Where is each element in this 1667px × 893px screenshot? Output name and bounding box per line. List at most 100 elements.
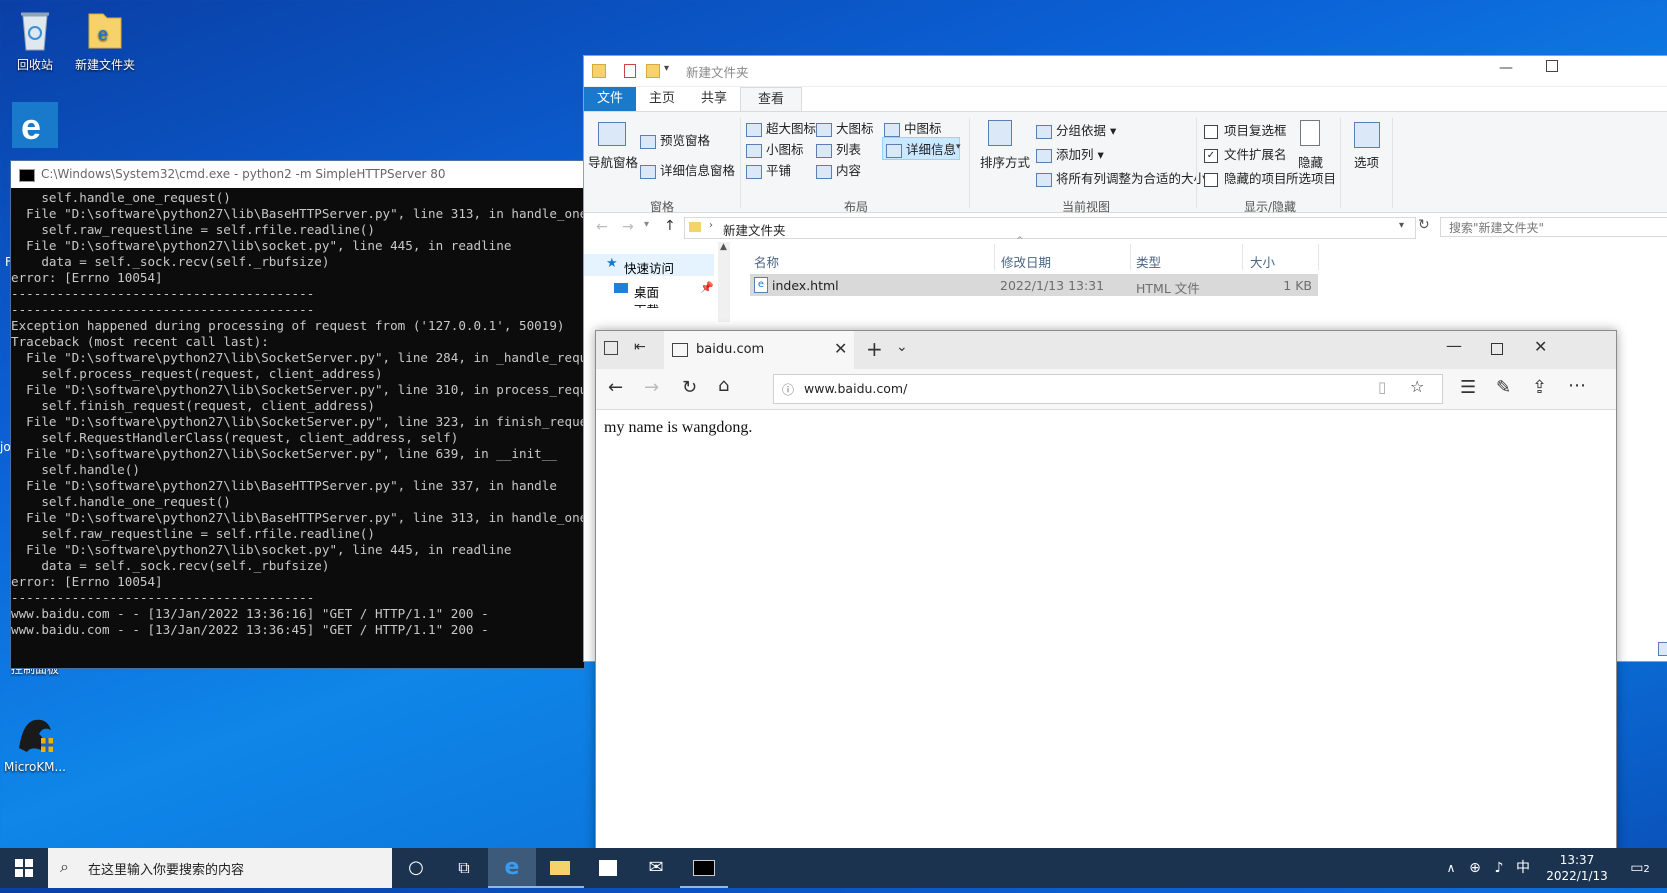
taskbar-mail-icon[interactable]: ✉ bbox=[632, 848, 680, 888]
clock-time: 13:37 bbox=[1559, 853, 1595, 867]
maximize-icon[interactable] bbox=[1546, 60, 1558, 72]
tab-list-icon[interactable]: ⌄ bbox=[896, 339, 908, 355]
layout-large[interactable]: 大图标 bbox=[816, 118, 874, 137]
details-pane-button[interactable]: 详细信息窗格 bbox=[640, 160, 735, 179]
fit-columns-button[interactable]: 将所有列调整为合适的大小 bbox=[1036, 168, 1206, 187]
volume-icon[interactable]: ♪ bbox=[1488, 848, 1510, 888]
new-tab-icon[interactable]: + bbox=[866, 337, 883, 361]
file-extensions-toggle[interactable]: ✓ 文件扩展名 bbox=[1204, 144, 1287, 163]
file-row[interactable]: e index.html 2022/1/13 13:31 HTML 文件 1 K… bbox=[750, 274, 1318, 296]
show-hidden-icons-icon[interactable]: ∧ bbox=[1440, 848, 1462, 888]
refresh-icon[interactable]: ↻ bbox=[682, 377, 697, 398]
web-note-icon[interactable]: ✎ bbox=[1496, 377, 1511, 398]
new-folder-icon[interactable] bbox=[646, 64, 660, 78]
taskbar-store-icon[interactable] bbox=[584, 848, 632, 888]
ribbon-separator bbox=[1340, 118, 1341, 208]
desktop-icon-recycle-bin[interactable]: 回收站 bbox=[0, 8, 74, 73]
checkbox-checked: ✓ bbox=[1204, 148, 1218, 163]
taskbar-search-box[interactable]: ⌕ 在这里输入你要搜索的内容 bbox=[48, 848, 392, 888]
taskbar-edge-icon[interactable]: e bbox=[488, 848, 536, 888]
options-button[interactable]: 选项 bbox=[1354, 152, 1379, 171]
tab-file[interactable]: 文件 bbox=[584, 87, 636, 111]
nav-pane-icon bbox=[598, 122, 626, 146]
details-view-icon[interactable] bbox=[1658, 642, 1667, 656]
reading-view-icon[interactable]: ▯ bbox=[1378, 378, 1386, 396]
taskbar-cmd-icon[interactable] bbox=[680, 848, 728, 888]
add-column-button[interactable]: 添加列 ▾ bbox=[1036, 144, 1104, 163]
layout-details[interactable]: 详细信息 bbox=[882, 137, 961, 160]
column-header-type[interactable]: 类型 bbox=[1136, 252, 1161, 271]
cortana-icon[interactable]: ○ bbox=[392, 848, 440, 888]
more-icon[interactable]: ⋯ bbox=[1568, 375, 1586, 396]
start-button[interactable] bbox=[0, 848, 48, 888]
edge-shortcut-icon[interactable]: e bbox=[12, 102, 58, 148]
preview-pane-button[interactable]: 预览窗格 bbox=[640, 130, 710, 149]
ime-indicator[interactable]: 中 bbox=[1510, 848, 1536, 888]
edge-tab[interactable]: baidu.com ✕ bbox=[664, 331, 854, 369]
forward-arrow-icon[interactable]: → bbox=[622, 219, 634, 235]
hide-selected-label-2[interactable]: 所选项目 bbox=[1286, 168, 1336, 187]
layout-tiles[interactable]: 平铺 bbox=[746, 160, 791, 179]
layout-medium[interactable]: 中图标 bbox=[884, 118, 942, 137]
forward-icon[interactable]: → bbox=[644, 377, 659, 398]
nav-scrollbar[interactable]: ▲ bbox=[718, 242, 730, 322]
refresh-icon[interactable]: ↻ bbox=[1418, 217, 1430, 233]
close-window-icon[interactable]: ✕ bbox=[1534, 337, 1547, 356]
sort-by-button[interactable]: 排序方式 bbox=[980, 152, 1030, 171]
scroll-up-icon[interactable]: ▲ bbox=[720, 242, 727, 252]
back-icon[interactable]: ← bbox=[608, 377, 623, 398]
nav-item-quick-access[interactable]: ★ 快速访问 bbox=[584, 254, 714, 276]
nav-pane-button[interactable]: 导航窗格 bbox=[588, 152, 638, 171]
favorite-star-icon[interactable]: ☆ bbox=[1410, 377, 1424, 396]
item-checkboxes-toggle[interactable]: 项目复选框 bbox=[1204, 120, 1287, 139]
nav-item-desktop[interactable]: 桌面 📌 bbox=[584, 278, 714, 300]
minimize-icon[interactable]: — bbox=[1499, 60, 1513, 76]
task-view-icon[interactable]: ⧉ bbox=[440, 848, 488, 888]
edge-window[interactable]: ⇤ baidu.com ✕ + ⌄ — ✕ ← → ↻ ⌂ ⓘ www.baid… bbox=[595, 330, 1617, 852]
cmd-window[interactable]: C:\Windows\System32\cmd.exe - python2 -m… bbox=[10, 160, 585, 669]
address-box[interactable]: › 新建文件夹 ▾ bbox=[684, 217, 1416, 239]
layout-more-icon[interactable]: ▾ bbox=[956, 142, 961, 152]
desktop-icon-new-folder[interactable]: e 新建文件夹 bbox=[66, 8, 144, 73]
action-center-icon[interactable]: ▭2 bbox=[1620, 848, 1660, 888]
explorer-title-bar[interactable]: ▾ 新建文件夹 — bbox=[584, 56, 1667, 87]
column-header-name[interactable]: 名称 bbox=[754, 252, 779, 271]
layout-list[interactable]: 列表 bbox=[816, 139, 861, 158]
search-box[interactable]: 搜索"新建文件夹" bbox=[1440, 217, 1667, 237]
up-arrow-icon[interactable]: ↑ bbox=[664, 218, 676, 234]
pin-icon[interactable]: 📌 bbox=[700, 281, 714, 294]
close-tab-icon[interactable]: ✕ bbox=[834, 339, 847, 358]
cmd-line: self.handle() bbox=[11, 462, 140, 477]
back-arrow-icon[interactable]: ← bbox=[596, 219, 608, 235]
tab-preview-icon[interactable]: ⇤ bbox=[634, 339, 646, 355]
column-header-size[interactable]: 大小 bbox=[1250, 252, 1275, 271]
taskbar-explorer-icon[interactable] bbox=[536, 848, 584, 888]
favorites-hub-icon[interactable]: ☰ bbox=[1460, 377, 1476, 398]
share-icon[interactable]: ⇪ bbox=[1532, 377, 1547, 398]
maximize-icon[interactable] bbox=[1491, 343, 1503, 355]
layout-small[interactable]: 小图标 bbox=[746, 139, 804, 158]
qat-dropdown-icon[interactable]: ▾ bbox=[664, 63, 669, 74]
nav-item-downloads[interactable]: 下载 bbox=[584, 300, 714, 308]
url-box[interactable]: ⓘ www.baidu.com/ ▯ ☆ bbox=[773, 374, 1443, 404]
cmd-title-bar[interactable]: C:\Windows\System32\cmd.exe - python2 -m… bbox=[11, 161, 584, 188]
properties-icon[interactable] bbox=[624, 64, 636, 78]
hidden-items-toggle[interactable]: 隐藏的项目 bbox=[1204, 168, 1287, 187]
tab-view[interactable]: 查看 bbox=[740, 87, 802, 112]
cmd-line: File "D:\software\python27\lib\SocketSer… bbox=[11, 414, 584, 429]
clock[interactable]: 13:37 2022/1/13 bbox=[1538, 848, 1616, 888]
minimize-icon[interactable]: — bbox=[1446, 336, 1462, 355]
set-aside-tabs-icon[interactable] bbox=[604, 341, 618, 355]
network-icon[interactable]: ⊕ bbox=[1464, 848, 1486, 888]
layout-extra-large[interactable]: 超大图标 bbox=[746, 118, 816, 137]
recent-dropdown-icon[interactable]: ▾ bbox=[644, 219, 649, 230]
address-dropdown-icon[interactable]: ▾ bbox=[1399, 220, 1404, 231]
tab-home[interactable]: 主页 bbox=[636, 87, 688, 111]
layout-content[interactable]: 内容 bbox=[816, 160, 861, 179]
desktop-icon-microkms[interactable]: MicroKM... bbox=[0, 712, 74, 774]
home-icon[interactable]: ⌂ bbox=[718, 375, 729, 396]
group-by-button[interactable]: 分组依据 ▾ bbox=[1036, 120, 1116, 139]
column-header-date[interactable]: 修改日期 bbox=[1001, 252, 1051, 271]
tab-share[interactable]: 共享 bbox=[688, 87, 740, 111]
file-modified: 2022/1/13 13:31 bbox=[1000, 278, 1105, 293]
